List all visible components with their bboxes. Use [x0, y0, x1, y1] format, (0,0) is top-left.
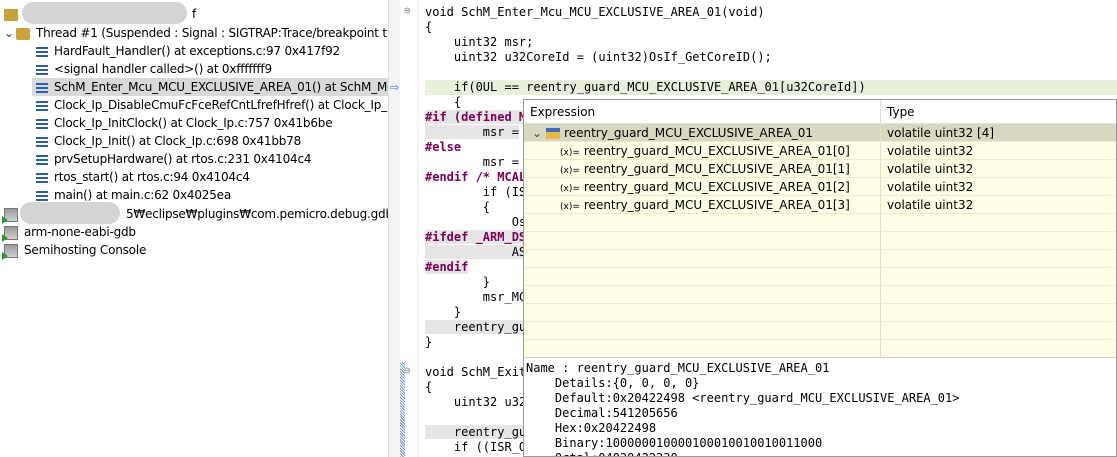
column-header-type[interactable]: Type	[881, 100, 1116, 123]
variable-icon: (x)=	[560, 166, 580, 176]
expression-row[interactable]: ⌄ reentry_guard_MCU_EXCLUSIVE_AREA_01 vola…	[524, 124, 1116, 142]
detail-line: Binary:100000010000100010010010011000	[526, 436, 823, 450]
chevron-down-icon[interactable]: ⌄	[4, 24, 16, 42]
stack-frame-icon	[36, 154, 48, 165]
empty-row	[524, 214, 1116, 232]
code-line: void SchM_Exit	[425, 365, 527, 379]
stack-frame-item[interactable]: prvSetupHardware() at rtos.c:231 0x4104c…	[36, 150, 311, 168]
code-line: msr_MC	[425, 290, 527, 304]
fold-icon[interactable]: ⊖	[404, 4, 411, 17]
details-pane: Name : reentry_guard_MCU_EXCLUSIVE_AREA_…	[524, 357, 1116, 456]
code-line: #endif /* MCAL	[425, 170, 527, 184]
stack-frame-item[interactable]: Clock_Ip_DisableCmuFcFceRefCntLfrefHfref…	[36, 96, 388, 114]
expression-row[interactable]: (x)= reentry_guard_MCU_EXCLUSIVE_AREA_01[…	[524, 160, 1116, 178]
stack-frame-item[interactable]: Clock_Ip_InitClock() at Clock_Ip.c:757 0…	[36, 114, 333, 132]
debug-view: f ⌄ Thread #1 (Suspended : Signal : SIGTR…	[0, 0, 388, 457]
code-line: void SchM_Enter_Mcu_MCU_EXCLUSIVE_AREA_0…	[425, 5, 765, 19]
empty-row	[524, 268, 1116, 286]
expression-hover-popup[interactable]: Expression Type ⌄ reentry_guard_MCU_EXCLU…	[523, 99, 1117, 457]
code-line: uint32 u32	[425, 395, 527, 409]
code-line: uint32 u32CoreId = (uint32)OsIf_GetCoreI…	[425, 50, 772, 64]
process-item[interactable]: 5₩eclipse₩plugins₩com.pemicro.debug.gdbj…	[2, 205, 388, 224]
stack-frame-item[interactable]: Clock_Ip_Init() at Clock_Ip.c:698 0x41bb…	[36, 132, 301, 150]
expression-row[interactable]: (x)= reentry_guard_MCU_EXCLUSIVE_AREA_01[…	[524, 196, 1116, 214]
stack-frame-icon	[36, 172, 48, 183]
process-icon	[2, 225, 18, 242]
current-frame-arrow-icon: ⇨	[390, 81, 400, 94]
code-line: {	[425, 200, 491, 214]
empty-row	[524, 304, 1116, 322]
stack-frame-item[interactable]: rtos_start() at rtos.c:94 0x4104c4	[36, 168, 250, 186]
detail-line: Hex:0x20422498	[526, 421, 657, 435]
launch-item[interactable]: f	[4, 5, 196, 23]
process-icon	[2, 207, 18, 224]
code-line: if(0UL == reentry_guard_MCU_EXCLUSIVE_AR…	[425, 80, 1117, 95]
empty-row	[524, 286, 1116, 304]
code-line: if (IS	[425, 185, 527, 199]
process-item[interactable]: arm-none-eabi-gdb	[2, 223, 136, 242]
detail-line: Name : reentry_guard_MCU_EXCLUSIVE_AREA_…	[526, 361, 830, 375]
expression-row[interactable]: (x)= reentry_guard_MCU_EXCLUSIVE_AREA_01[…	[524, 142, 1116, 160]
stack-frame-item[interactable]: <signal handler called>() at 0xfffffff9	[36, 60, 272, 78]
code-line: msr =	[425, 125, 519, 139]
code-line: #if (defined M	[425, 110, 527, 124]
chevron-down-icon[interactable]: ⌄	[532, 126, 542, 140]
process-item[interactable]: Semihosting Console	[2, 241, 146, 260]
code-line: #ifdef _ARM_DS	[425, 230, 527, 244]
code-line: msr =	[425, 155, 519, 169]
empty-row	[524, 340, 1116, 358]
variable-icon: (x)=	[560, 202, 580, 212]
column-header-expression[interactable]: Expression	[524, 100, 881, 123]
code-line: AS	[425, 245, 527, 259]
stack-frame-icon	[36, 136, 48, 147]
code-line: reentry_gu	[425, 425, 527, 439]
code-line: #else	[425, 140, 462, 154]
stack-frame-icon	[36, 118, 48, 129]
code-line: }	[425, 275, 491, 289]
stack-frame-icon	[36, 190, 48, 201]
editor-gutter	[400, 0, 418, 457]
code-line: #endif	[425, 260, 469, 274]
code-line: }	[425, 305, 462, 319]
code-line: {	[425, 380, 433, 394]
variable-icon: (x)=	[560, 184, 580, 194]
debug-view-scrollbar[interactable]	[388, 0, 400, 457]
thread-icon	[16, 27, 30, 40]
stack-frame-icon	[36, 46, 48, 57]
code-line: reentry_gu	[425, 320, 527, 334]
expression-row[interactable]: (x)= reentry_guard_MCU_EXCLUSIVE_AREA_01[…	[524, 178, 1116, 196]
stack-frame-item[interactable]: SchM_Enter_Mcu_MCU_EXCLUSIVE_AREA_01() a…	[32, 78, 388, 96]
detail-line: Default:0x20422498 <reentry_guard_MCU_EX…	[526, 391, 960, 405]
detail-line: Details:{0, 0, 0, 0}	[526, 376, 700, 390]
detail-line: Octal:04020422230	[526, 451, 1116, 456]
stack-frame-icon	[36, 64, 48, 75]
detail-line: Decimal:541205656	[526, 406, 678, 420]
thread-item[interactable]: ⌄ Thread #1 (Suspended : Signal : SIGTRAP…	[4, 24, 388, 42]
variable-icon: (x)=	[560, 148, 580, 158]
code-line: }	[425, 335, 433, 349]
code-line: if ((ISR_O	[425, 440, 527, 454]
stack-frame-icon	[36, 82, 48, 93]
process-icon	[2, 243, 18, 260]
fold-icon[interactable]: ⊖	[404, 364, 411, 377]
empty-row	[524, 322, 1116, 340]
empty-row	[524, 250, 1116, 268]
code-line: Os	[425, 215, 527, 229]
code-line: uint32 msr;	[425, 35, 534, 49]
launch-icon	[4, 8, 18, 21]
empty-row	[524, 232, 1116, 250]
code-line: {	[425, 95, 462, 109]
code-line: {	[425, 20, 433, 34]
stack-frame-icon	[36, 100, 48, 111]
array-icon	[546, 128, 561, 139]
stack-frame-item[interactable]: HardFault_Handler() at exceptions.c:97 0…	[36, 42, 340, 60]
